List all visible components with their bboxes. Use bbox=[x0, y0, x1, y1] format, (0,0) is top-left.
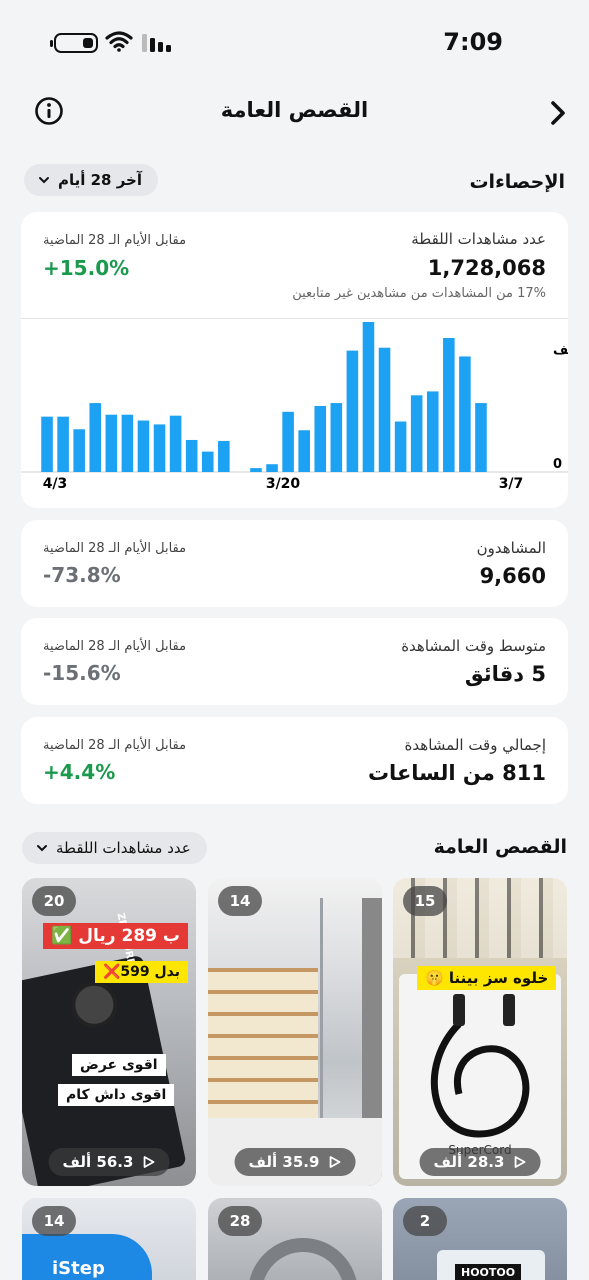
chart-x-tick-label: 3/7 bbox=[499, 476, 524, 492]
shelf-graphic bbox=[208, 968, 318, 1118]
brand-label: HOOTOO bbox=[455, 1264, 522, 1280]
story-count-badge: 20 bbox=[32, 886, 76, 916]
viewers-card[interactable]: المشاهدون 9,660 مقابل الأيام الـ 28 الما… bbox=[21, 520, 568, 607]
play-icon bbox=[143, 1156, 155, 1168]
chevron-right-icon[interactable] bbox=[546, 100, 570, 126]
chart-bar[interactable] bbox=[250, 468, 262, 472]
views-value: 1,728,068 bbox=[427, 256, 546, 280]
avg-watch-card[interactable]: متوسط وقت المشاهدة 5 دقائق مقابل الأيام … bbox=[21, 618, 568, 705]
stories-heading: القصص العامة bbox=[433, 836, 567, 858]
stats-heading: الإحصاءات bbox=[469, 171, 565, 193]
chart-bar[interactable] bbox=[314, 405, 327, 472]
story-thumbnail[interactable]: HOOTOO 2 bbox=[393, 1198, 567, 1280]
story-thumbnail[interactable]: 14 35.9 ألف bbox=[208, 878, 382, 1186]
chart-bar[interactable] bbox=[105, 414, 118, 472]
views-compare-label: مقابل الأيام الـ 28 الماضية bbox=[43, 233, 187, 248]
date-range-dropdown[interactable]: آخر 28 أيام bbox=[24, 164, 159, 196]
story-views-count: 56.3 ألف bbox=[62, 1153, 134, 1171]
story-views-count: 28.3 ألف bbox=[433, 1153, 505, 1171]
chart-bar[interactable] bbox=[346, 350, 359, 472]
chart-x-tick-label: 3/20 bbox=[266, 476, 301, 492]
story-views: 35.9 ألف bbox=[234, 1148, 356, 1176]
total-watch-label: إجمالي وقت المشاهدة bbox=[404, 736, 546, 754]
chart-bar[interactable] bbox=[410, 395, 423, 472]
story-thumbnail[interactable]: SuperCord خلوه سز بيننا 🤫 15 28.3 ألف bbox=[393, 878, 567, 1186]
avg-watch-label: متوسط وقت المشاهدة bbox=[401, 637, 546, 655]
chart-bar[interactable] bbox=[282, 411, 294, 472]
story-count-badge: 14 bbox=[218, 886, 262, 916]
avg-watch-value: 5 دقائق bbox=[464, 662, 546, 686]
play-icon bbox=[329, 1156, 341, 1168]
story-views: 56.3 ألف bbox=[48, 1148, 170, 1176]
story-views: 28.3 ألف bbox=[419, 1148, 541, 1176]
chart-bar[interactable] bbox=[89, 403, 102, 472]
status-time: 7:09 bbox=[443, 28, 503, 56]
story-count-badge: 2 bbox=[403, 1206, 447, 1236]
price-tag: ب 289 ريال ✅ bbox=[43, 923, 188, 949]
total-watch-card[interactable]: إجمالي وقت المشاهدة 811 من الساعات مقابل… bbox=[21, 717, 568, 804]
viewers-compare-label: مقابل الأيام الـ 28 الماضية bbox=[43, 541, 187, 556]
chevron-down-icon bbox=[37, 845, 47, 852]
story-count-badge: 28 bbox=[218, 1206, 262, 1236]
promo-line2: اقوى داش كام bbox=[58, 1084, 175, 1106]
chart-bar[interactable] bbox=[137, 420, 150, 472]
chart-bar[interactable] bbox=[426, 391, 439, 472]
chart-bar[interactable] bbox=[57, 416, 69, 472]
chart-bar[interactable] bbox=[378, 347, 391, 472]
chart-x-tick-label: 4/3 bbox=[43, 476, 68, 492]
chart-bar[interactable] bbox=[169, 415, 182, 472]
chart-bar[interactable] bbox=[266, 464, 278, 472]
chevron-down-icon bbox=[39, 177, 49, 184]
wifi-icon bbox=[105, 31, 133, 52]
chart-bar[interactable] bbox=[185, 439, 198, 472]
chart-bar[interactable] bbox=[153, 424, 166, 472]
views-note: 17% من المشاهدات من مشاهدين غير متابعين bbox=[292, 286, 546, 301]
sort-label: عدد مشاهدات اللقطة bbox=[56, 839, 191, 857]
chart-bar[interactable] bbox=[201, 451, 214, 472]
story-count-badge: 14 bbox=[32, 1206, 76, 1236]
chart-bar[interactable] bbox=[73, 429, 85, 472]
chart-bar[interactable] bbox=[218, 440, 230, 472]
chart-bar[interactable] bbox=[394, 421, 407, 472]
chart-bar[interactable] bbox=[362, 322, 375, 472]
chart-bar[interactable] bbox=[459, 356, 471, 472]
chart-divider bbox=[21, 318, 568, 319]
avg-watch-change: -15.6% bbox=[43, 661, 121, 685]
chart-bar[interactable] bbox=[298, 430, 310, 472]
viewers-value: 9,660 bbox=[479, 564, 546, 588]
story-views-count: 35.9 ألف bbox=[248, 1153, 320, 1171]
brand-label: iStep bbox=[52, 1258, 105, 1279]
chart-y-tick-label: 0 bbox=[553, 457, 562, 472]
story-thumbnail[interactable]: ZENDURE ب 289 ريال ✅ بدل 599❌ اقوى عرض ا… bbox=[22, 878, 196, 1186]
chart-bar[interactable] bbox=[475, 403, 487, 472]
play-icon bbox=[514, 1156, 526, 1168]
date-range-label: آخر 28 أيام bbox=[58, 171, 143, 189]
viewers-label: المشاهدون bbox=[476, 539, 546, 557]
chart-bar[interactable] bbox=[330, 403, 343, 472]
views-change: +15.0% bbox=[43, 256, 130, 280]
story-thumbnail[interactable]: 28 bbox=[208, 1198, 382, 1280]
battery-icon bbox=[50, 33, 98, 53]
promo-tag: خلوه سز بيننا 🤫 bbox=[417, 966, 557, 990]
views-label: عدد مشاهدات اللقطة bbox=[411, 230, 546, 248]
story-thumbnail[interactable]: iStep 14 bbox=[22, 1198, 196, 1280]
page-title: القصص العامة bbox=[220, 98, 369, 122]
chart-y-tick-label: 138 ألف bbox=[553, 341, 568, 358]
story-count-badge: 15 bbox=[403, 886, 447, 916]
viewers-change: -73.8% bbox=[43, 563, 121, 587]
total-watch-compare-label: مقابل الأيام الـ 28 الماضية bbox=[43, 738, 187, 753]
total-watch-change: +4.4% bbox=[43, 760, 116, 784]
chart-bar[interactable] bbox=[121, 414, 134, 472]
chart-bar[interactable] bbox=[41, 416, 53, 472]
views-bar-chart[interactable]: 138 ألف 0 4/3 3/20 3/7 bbox=[21, 322, 568, 492]
views-card[interactable]: عدد مشاهدات اللقطة 1,728,068 17% من المش… bbox=[21, 212, 568, 508]
sort-dropdown[interactable]: عدد مشاهدات اللقطة bbox=[22, 832, 207, 864]
promo-line1: اقوى عرض bbox=[72, 1054, 166, 1076]
chart-bar[interactable] bbox=[443, 338, 455, 472]
total-watch-value: 811 من الساعات bbox=[367, 761, 546, 785]
old-price-tag: بدل 599❌ bbox=[94, 961, 188, 983]
avg-watch-compare-label: مقابل الأيام الـ 28 الماضية bbox=[43, 639, 187, 654]
signal-icon bbox=[142, 34, 171, 52]
